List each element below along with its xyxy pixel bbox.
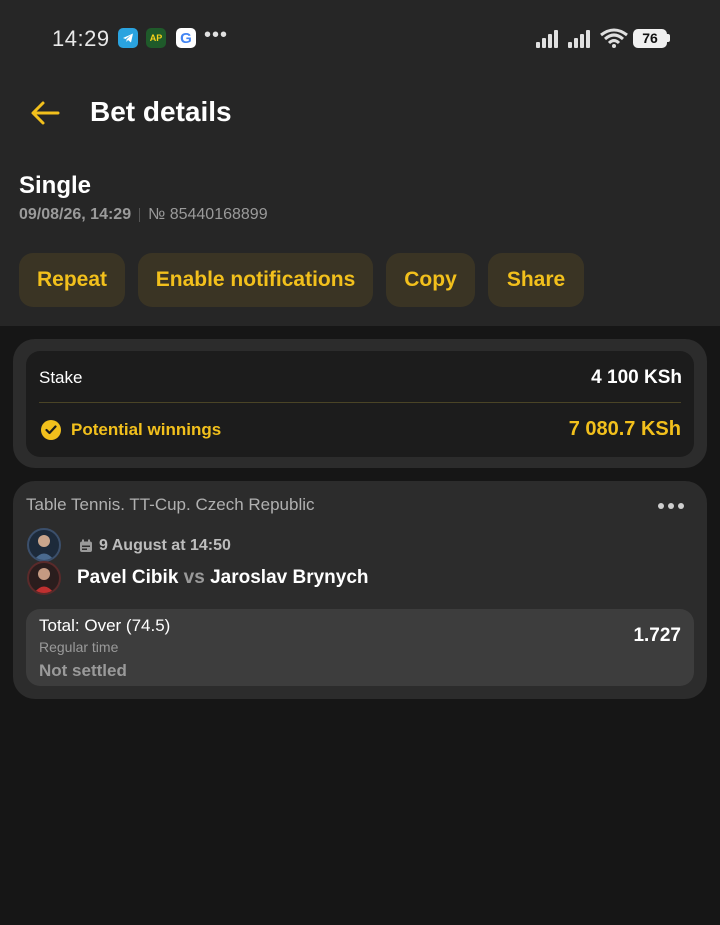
status-bar: 14:29 AP G ••• 76	[0, 0, 720, 78]
enable-notifications-button[interactable]: Enable notifications	[138, 253, 373, 307]
event-date: 9 August at 14:50	[99, 537, 231, 554]
divider	[39, 402, 681, 403]
outcome-box: Total: Over (74.5) Regular time Not sett…	[26, 609, 694, 686]
more-options-icon[interactable]	[658, 503, 684, 509]
teams: Pavel Cibik vs Jaroslav Brynych	[77, 567, 369, 589]
wifi-icon	[600, 28, 628, 53]
bet-type: Single	[19, 172, 92, 199]
google-icon: G	[176, 28, 196, 48]
bet-number: № 85440168899	[148, 206, 268, 223]
potential-winnings-value: 7 080.7 KSh	[568, 418, 681, 440]
battery-icon: 76	[633, 29, 667, 48]
page-title: Bet details	[90, 96, 232, 127]
odds-value: 1.727	[633, 625, 681, 646]
league-name: Table Tennis. TT-Cup. Czech Republic	[26, 495, 315, 514]
vs-label: vs	[183, 567, 205, 588]
team2-avatar	[27, 561, 61, 595]
repeat-button[interactable]: Repeat	[19, 253, 125, 307]
team1-name: Pavel Cibik	[77, 567, 179, 588]
arrow-left-icon	[31, 101, 60, 125]
market-label: Total: Over (74.5)	[39, 616, 171, 635]
telegram-icon	[118, 28, 138, 48]
team1-avatar	[27, 528, 61, 562]
more-notifications-icon: •••	[204, 24, 229, 46]
stake-summary: Stake 4 100 KSh Potential winnings 7 080…	[26, 351, 694, 457]
stake-label: Stake	[39, 368, 83, 387]
meta-separator	[139, 208, 141, 222]
calendar-icon	[79, 539, 93, 558]
stake-card: Stake 4 100 KSh Potential winnings 7 080…	[13, 339, 707, 468]
back-button[interactable]	[24, 92, 66, 134]
ap-icon: AP	[146, 28, 166, 48]
stake-value: 4 100 KSh	[591, 367, 682, 388]
bet-date: 09/08/26, 14:29	[19, 206, 132, 223]
bet-meta: 09/08/26, 14:29 № 85440168899	[19, 206, 268, 224]
signal-icon	[568, 30, 592, 48]
period-label: Regular time	[39, 639, 119, 655]
team2-name: Jaroslav Brynych	[210, 567, 369, 588]
copy-button[interactable]: Copy	[386, 253, 475, 307]
event-card[interactable]: Table Tennis. TT-Cup. Czech Republic 9 A…	[13, 481, 707, 699]
status-time: 14:29	[52, 26, 110, 51]
potential-winnings-label: Potential winnings	[71, 420, 222, 439]
signal-icon	[536, 30, 560, 48]
share-button[interactable]: Share	[488, 253, 584, 307]
check-circle-icon	[41, 420, 61, 440]
battery-tip	[667, 34, 670, 42]
settle-status: Not settled	[39, 661, 127, 680]
